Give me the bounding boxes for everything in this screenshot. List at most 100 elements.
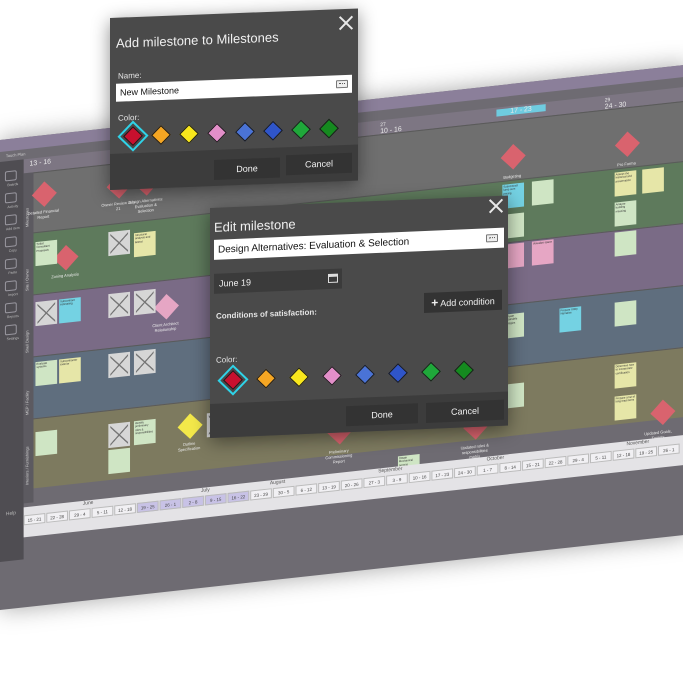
timeline-week-cell[interactable]: 15 - 21 xyxy=(522,458,544,471)
timeline-week-cell[interactable]: 2 - 8 xyxy=(182,495,204,509)
timeline-week-cell[interactable]: 29 - 4 xyxy=(68,508,91,521)
timeline-week-cell[interactable]: 10 - 16 xyxy=(408,470,431,484)
add-color-label: Color: xyxy=(118,112,140,123)
add-color-swatch[interactable] xyxy=(319,118,339,139)
timeline-week-cell[interactable]: 15 - 21 xyxy=(23,513,46,526)
task-card[interactable]: Assess the historical and preservation xyxy=(614,170,637,197)
calendar-icon[interactable] xyxy=(328,273,338,284)
timeline-week-cell[interactable]: 19 - 25 xyxy=(635,445,657,459)
task-card[interactable] xyxy=(614,300,637,327)
add-cancel-button[interactable]: Cancel xyxy=(286,152,352,176)
task-card[interactable] xyxy=(133,288,156,316)
milestone-name-input[interactable] xyxy=(116,74,352,102)
timeline-week-cell[interactable]: 26 - 1 xyxy=(159,498,182,511)
task-card[interactable] xyxy=(35,299,58,327)
task-card[interactable]: Solicit Consultant Proposals xyxy=(35,239,58,267)
add-color-swatch[interactable] xyxy=(235,121,255,142)
timeline-week-cell[interactable]: 30 - 5 xyxy=(272,485,295,499)
boards-icon[interactable] xyxy=(4,170,17,182)
add-color-swatch[interactable] xyxy=(291,119,311,140)
timeline-week-cell[interactable]: 20 - 26 xyxy=(340,478,363,491)
task-card[interactable] xyxy=(133,348,156,376)
edit-color-label: Color: xyxy=(216,354,238,365)
activity-icon[interactable] xyxy=(4,192,17,204)
keyboard-icon[interactable] xyxy=(486,233,498,243)
reports-icon[interactable] xyxy=(4,302,17,314)
plus-icon: + xyxy=(431,295,439,310)
settings-icon[interactable] xyxy=(4,324,17,336)
paste-icon[interactable] xyxy=(4,258,17,270)
timeline-week-cell[interactable]: 22 - 28 xyxy=(544,455,567,469)
week-range-2: 17 - 23 xyxy=(510,105,532,116)
edit-cancel-button[interactable]: Cancel xyxy=(426,399,504,423)
task-card[interactable]: Structural analysis and lateral xyxy=(133,230,156,258)
add-color-swatch[interactable] xyxy=(207,122,227,143)
left-navigation: Boards Activity Add item Copy Paste Impo… xyxy=(0,159,24,562)
edit-color-swatch[interactable] xyxy=(355,364,375,385)
help-icon[interactable]: Help xyxy=(6,510,16,517)
app-title: Touch Plan xyxy=(5,151,26,159)
timeline-week-cell[interactable]: 29 - 4 xyxy=(567,453,590,466)
edit-color-swatch[interactable] xyxy=(289,367,309,388)
timeline-week-cell[interactable]: 5 - 11 xyxy=(590,450,612,464)
week-label-2[interactable]: 17 - 23 xyxy=(496,104,546,117)
task-card[interactable] xyxy=(108,421,131,449)
timeline-week-cell[interactable]: 9 - 15 xyxy=(204,493,227,506)
edit-color-swatch[interactable] xyxy=(454,360,474,381)
edit-color-swatch[interactable] xyxy=(421,361,441,382)
task-card[interactable] xyxy=(642,167,664,194)
timeline-week-cell[interactable]: 17 - 23 xyxy=(431,468,454,481)
timeline-week-cell[interactable]: 12 - 18 xyxy=(114,503,136,516)
keyboard-icon[interactable] xyxy=(336,79,348,89)
edit-color-swatch[interactable] xyxy=(217,364,249,396)
task-card[interactable] xyxy=(614,230,637,257)
copy-icon[interactable] xyxy=(4,236,17,248)
timeline-week-cell[interactable]: 12 - 18 xyxy=(612,448,635,461)
timeline-week-cell[interactable]: 3 - 9 xyxy=(386,473,408,486)
task-card[interactable]: Analyze building massing xyxy=(614,200,637,227)
task-card[interactable]: Determine how to incorporate certificati… xyxy=(614,362,637,389)
timeline-week-cell[interactable]: 22 - 28 xyxy=(46,510,68,523)
timeline-week-cell[interactable]: 13 - 19 xyxy=(318,480,340,494)
edit-done-button[interactable]: Done xyxy=(346,403,418,427)
task-card[interactable]: Prepare a list of long lead items xyxy=(614,394,637,421)
add-color-swatch[interactable] xyxy=(117,120,149,152)
task-card[interactable] xyxy=(108,447,131,475)
timeline-week-cell[interactable]: 23 - 29 xyxy=(250,488,272,501)
timeline-week-cell[interactable]: 16 - 22 xyxy=(227,490,250,504)
timeline-week-cell[interactable]: 27 - 3 xyxy=(363,475,386,489)
timeline-week-cell[interactable]: 19 - 25 xyxy=(136,500,159,513)
add-milestone-dialog: Add milestone to Milestones Name: Color:… xyxy=(110,8,358,190)
add-color-swatch[interactable] xyxy=(151,125,171,145)
timeline-week-cell[interactable]: 24 - 30 xyxy=(454,465,476,479)
timeline-week-cell[interactable]: 5 - 11 xyxy=(91,505,114,518)
close-icon[interactable] xyxy=(488,198,504,215)
add-condition-button[interactable]: + Add condition xyxy=(424,289,502,314)
close-icon[interactable] xyxy=(338,15,354,32)
task-card[interactable] xyxy=(35,429,58,457)
import-icon[interactable] xyxy=(4,280,17,292)
add-color-swatch[interactable] xyxy=(179,124,199,144)
task-card[interactable]: Identify preliminary roles & responsibil… xyxy=(133,418,156,446)
timeline-week-cell[interactable]: 6 - 12 xyxy=(295,483,318,496)
task-card[interactable] xyxy=(108,291,131,319)
task-card[interactable]: Subcontract estimating xyxy=(59,297,81,324)
task-card[interactable]: Visualize space xyxy=(531,239,554,266)
task-card[interactable]: Evaluate systems xyxy=(35,359,58,387)
task-card[interactable] xyxy=(108,229,131,257)
task-card[interactable] xyxy=(531,179,554,206)
date-picker[interactable]: June 19 xyxy=(214,268,342,294)
task-card[interactable]: Prepare Utility Narrative xyxy=(559,306,582,333)
add-item-icon[interactable] xyxy=(4,214,17,226)
edit-color-swatch[interactable] xyxy=(256,368,276,389)
month-november: November xyxy=(626,438,650,448)
timeline-week-cell[interactable]: 1 - 7 xyxy=(476,463,499,476)
task-card[interactable]: Subcontractor exterior xyxy=(59,357,81,384)
edit-color-swatch[interactable] xyxy=(322,365,342,386)
add-done-button[interactable]: Done xyxy=(214,157,280,181)
edit-color-swatch[interactable] xyxy=(388,363,408,384)
add-color-swatch[interactable] xyxy=(263,120,283,141)
task-card[interactable] xyxy=(108,351,131,379)
timeline-week-cell[interactable]: 26 - 1 xyxy=(657,443,680,456)
timeline-week-cell[interactable]: 8 - 14 xyxy=(499,460,522,474)
